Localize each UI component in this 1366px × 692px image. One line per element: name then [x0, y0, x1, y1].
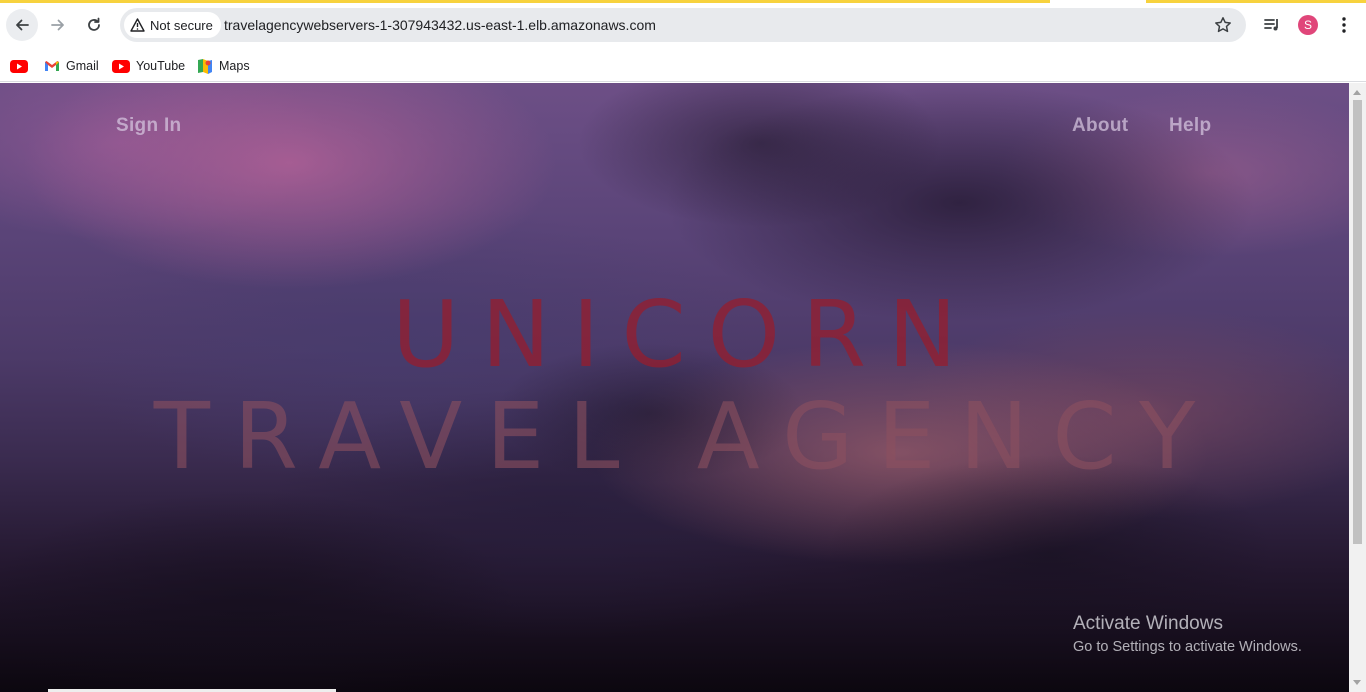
address-bar[interactable]: Not secure travelagencywebservers-1-3079… [120, 8, 1246, 42]
youtube-icon [112, 59, 130, 73]
bookmark-label: Maps [219, 59, 250, 73]
youtube-icon [10, 59, 28, 73]
site-security-chip[interactable]: Not secure [124, 12, 221, 38]
back-button[interactable] [6, 9, 38, 41]
security-label: Not secure [150, 17, 213, 33]
arrow-right-icon [51, 19, 64, 31]
activation-title: Activate Windows [1073, 613, 1223, 634]
sign-in-link[interactable]: Sign In [116, 115, 181, 137]
about-link[interactable]: About [1072, 115, 1128, 137]
bookmarks-bar: Gmail YouTube Maps [0, 50, 1366, 82]
tab-strip-accent [0, 0, 1366, 3]
star-icon [1215, 17, 1231, 33]
kebab-menu-icon [1342, 17, 1346, 33]
profile-avatar[interactable]: S [1298, 15, 1318, 35]
reload-icon [88, 17, 100, 31]
bookmark-youtube[interactable]: YouTube [112, 55, 185, 77]
forward-button[interactable] [42, 9, 74, 41]
vertical-scrollbar[interactable] [1349, 83, 1366, 692]
media-control-button[interactable] [1260, 13, 1284, 37]
maps-icon [198, 59, 212, 74]
url-text[interactable]: travelagencywebservers-1-307943432.us-ea… [224, 17, 656, 33]
bookmark-maps[interactable]: Maps [197, 55, 250, 77]
arrow-left-icon [16, 19, 29, 31]
reload-button[interactable] [78, 9, 110, 41]
windows-activation-watermark: Activate Windows Go to Settings to activ… [1073, 613, 1302, 655]
scrollbar-thumb[interactable] [1353, 100, 1362, 544]
warning-triangle-icon [130, 18, 145, 32]
bookmark-label: Gmail [66, 59, 99, 73]
media-control-icon [1264, 19, 1278, 31]
gmail-icon [45, 61, 59, 71]
bookmark-label: YouTube [136, 59, 186, 73]
page-hero-background: Sign In About Help UNICORN TRAVEL AGENCY… [0, 83, 1349, 692]
bookmark-gmail[interactable]: Gmail [44, 55, 99, 77]
browser-toolbar: Not secure travelagencywebservers-1-3079… [0, 0, 1366, 50]
bookmark-youtube-shortcut[interactable] [10, 55, 28, 77]
browser-menu-button[interactable] [1334, 13, 1354, 37]
hero-title-line-2: TRAVEL AGENCY [153, 383, 1220, 490]
bookmark-star-button[interactable] [1214, 16, 1232, 39]
scroll-up-arrow-icon[interactable] [1353, 90, 1361, 95]
help-link[interactable]: Help [1169, 115, 1211, 137]
activation-subtitle: Go to Settings to activate Windows. [1073, 639, 1302, 655]
scroll-down-arrow-icon[interactable] [1353, 680, 1361, 685]
hero-title-line-1: UNICORN [392, 281, 979, 388]
